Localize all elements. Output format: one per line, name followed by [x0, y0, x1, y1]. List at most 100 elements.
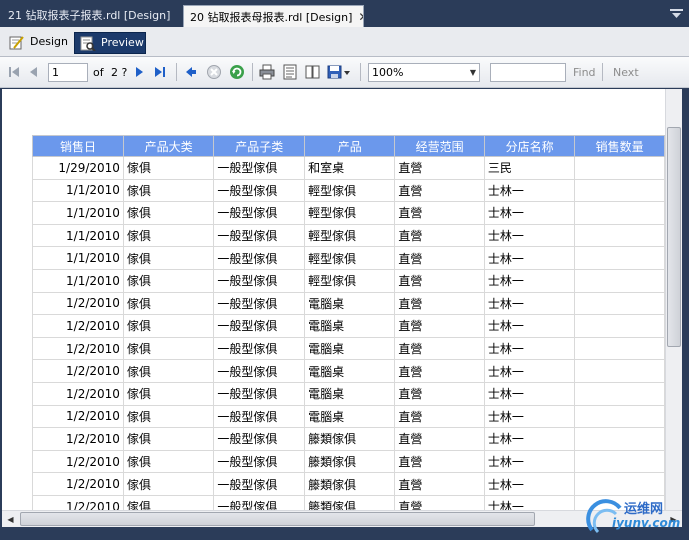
horizontal-scrollbar[interactable]: ◀ ▶	[2, 510, 682, 527]
table-cell: 三民	[483, 156, 576, 180]
table-cell: 一般型傢俱	[213, 404, 306, 429]
table-cell: 一般型傢俱	[213, 178, 306, 203]
table-cell: 1/1/2010	[32, 246, 124, 270]
table-cell: 一般型傢俱	[213, 223, 306, 248]
table-cell: 士林一	[483, 494, 576, 510]
zoom-select[interactable]: 100% ▼	[368, 63, 480, 82]
print-layout-icon[interactable]	[282, 64, 298, 80]
table-cell: 1/2/2010	[32, 472, 124, 496]
table-cell: 直營	[394, 246, 485, 270]
back-icon[interactable]	[183, 64, 199, 80]
table-cell: 1/2/2010	[32, 427, 124, 451]
table-cell: 1/1/2010	[32, 223, 124, 248]
table-cell: 一般型傢俱	[213, 494, 306, 510]
table-cell: 士林一	[483, 201, 576, 225]
table-cell	[574, 314, 665, 338]
tab-design[interactable]: Design	[4, 32, 70, 54]
table-cell: 傢俱	[122, 472, 215, 496]
preview-icon	[80, 36, 96, 51]
refresh-icon[interactable]	[229, 64, 245, 80]
table-row: 1/2/2010 傢俱 一般型傢俱 籐類傢俱 直營 士林一	[32, 472, 665, 496]
table-cell: 傢俱	[122, 246, 215, 270]
page-setup-icon[interactable]	[305, 64, 321, 80]
table-cell: 傢俱	[122, 336, 215, 361]
table-cell: 傢俱	[122, 156, 215, 180]
design-icon	[9, 36, 24, 50]
table-cell	[574, 359, 665, 383]
table-cell: 直營	[394, 359, 485, 383]
search-input[interactable]	[490, 63, 566, 82]
document-tab-strip: 21 钻取报表子报表.rdl [Design] 20 钻取报表母报表.rdl […	[0, 0, 689, 27]
first-page-icon[interactable]	[6, 64, 22, 80]
vertical-scroll-thumb[interactable]	[667, 127, 681, 347]
table-cell: 一般型傢俱	[213, 427, 306, 451]
table-cell: 電腦桌	[304, 314, 396, 338]
column-header: 经营范围	[394, 135, 485, 157]
tab-preview[interactable]: Preview	[74, 32, 146, 54]
table-cell: 直營	[394, 291, 485, 316]
table-cell: 輕型傢俱	[304, 246, 396, 270]
table-cell: 士林一	[483, 291, 576, 316]
column-header: 分店名称	[483, 135, 576, 157]
doc-tab-subreport[interactable]: 21 钻取报表子报表.rdl [Design]	[2, 5, 180, 27]
designer-tab-bar: Design Preview	[0, 27, 689, 57]
table-header-row: 销售日 产品大类 产品子类 产品 经营范围 分店名称 销售数量	[32, 135, 665, 157]
find-button[interactable]: Find	[573, 66, 596, 79]
table-cell: 1/2/2010	[32, 291, 124, 316]
table-cell: 輕型傢俱	[304, 178, 396, 203]
table-cell	[574, 246, 665, 270]
table-cell: 傢俱	[122, 381, 215, 406]
print-icon[interactable]	[259, 64, 275, 80]
window-menu-icon[interactable]	[670, 9, 683, 18]
table-cell: 傢俱	[122, 449, 215, 474]
table-cell	[574, 201, 665, 225]
vertical-scrollbar[interactable]	[665, 89, 682, 510]
stop-icon[interactable]	[206, 64, 222, 80]
doc-tab-parent-report[interactable]: 20 钻取报表母报表.rdl [Design] ✕	[183, 5, 364, 27]
zoom-value: 100%	[372, 66, 404, 79]
table-cell: 直營	[394, 427, 485, 451]
report-toolbar: 1 of 2 ? 100% ▼ Find Next	[0, 57, 689, 88]
table-cell: 直營	[394, 472, 485, 496]
table-cell: 一般型傢俱	[213, 359, 306, 383]
table-cell: 輕型傢俱	[304, 268, 396, 293]
table-cell: 電腦桌	[304, 359, 396, 383]
next-button[interactable]: Next	[613, 66, 639, 79]
chevron-down-icon: ▼	[469, 68, 476, 77]
table-cell: 傢俱	[122, 427, 215, 451]
table-cell: 籐類傢俱	[304, 427, 396, 451]
watermark-title: 运维网	[624, 502, 664, 517]
table-cell: 直營	[394, 178, 485, 203]
table-cell: 電腦桌	[304, 336, 396, 361]
page-number-input[interactable]: 1	[48, 63, 88, 82]
table-row: 1/1/2010 傢俱 一般型傢俱 輕型傢俱 直營 士林一	[32, 178, 665, 203]
scroll-left-icon[interactable]: ◀	[3, 512, 18, 527]
export-icon[interactable]	[327, 64, 351, 80]
watermark-domain: iyunv.com	[612, 516, 681, 530]
table-cell	[574, 381, 665, 406]
table-row: 1/1/2010 傢俱 一般型傢俱 輕型傢俱 直營 士林一	[32, 201, 665, 225]
table-cell: 和室桌	[304, 156, 396, 180]
close-tab-icon[interactable]: ✕	[358, 6, 363, 27]
table-cell: 1/1/2010	[32, 201, 124, 225]
table-cell: 一般型傢俱	[213, 381, 306, 406]
last-page-icon[interactable]	[152, 64, 168, 80]
table-cell: 一般型傢俱	[213, 268, 306, 293]
table-cell	[574, 178, 665, 203]
table-row: 1/2/2010 傢俱 一般型傢俱 籐類傢俱 直營 士林一	[32, 494, 665, 510]
table-cell: 電腦桌	[304, 291, 396, 316]
table-cell	[574, 268, 665, 293]
report-preview-surface: 销售日 产品大类 产品子类 产品 经营范围 分店名称 销售数量 1/29/201…	[2, 89, 665, 510]
watermark: 运维网 iyunv.com	[584, 494, 689, 540]
table-cell: 籐類傢俱	[304, 449, 396, 474]
next-page-icon[interactable]	[131, 64, 147, 80]
table-cell: 士林一	[483, 336, 576, 361]
toolbar-separator	[602, 63, 603, 81]
horizontal-scroll-thumb[interactable]	[20, 512, 535, 526]
table-cell: 直營	[394, 449, 485, 474]
table-cell: 一般型傢俱	[213, 336, 306, 361]
table-cell: 一般型傢俱	[213, 314, 306, 338]
prev-page-icon[interactable]	[26, 64, 42, 80]
table-cell: 傢俱	[122, 268, 215, 293]
table-cell: 傢俱	[122, 201, 215, 225]
